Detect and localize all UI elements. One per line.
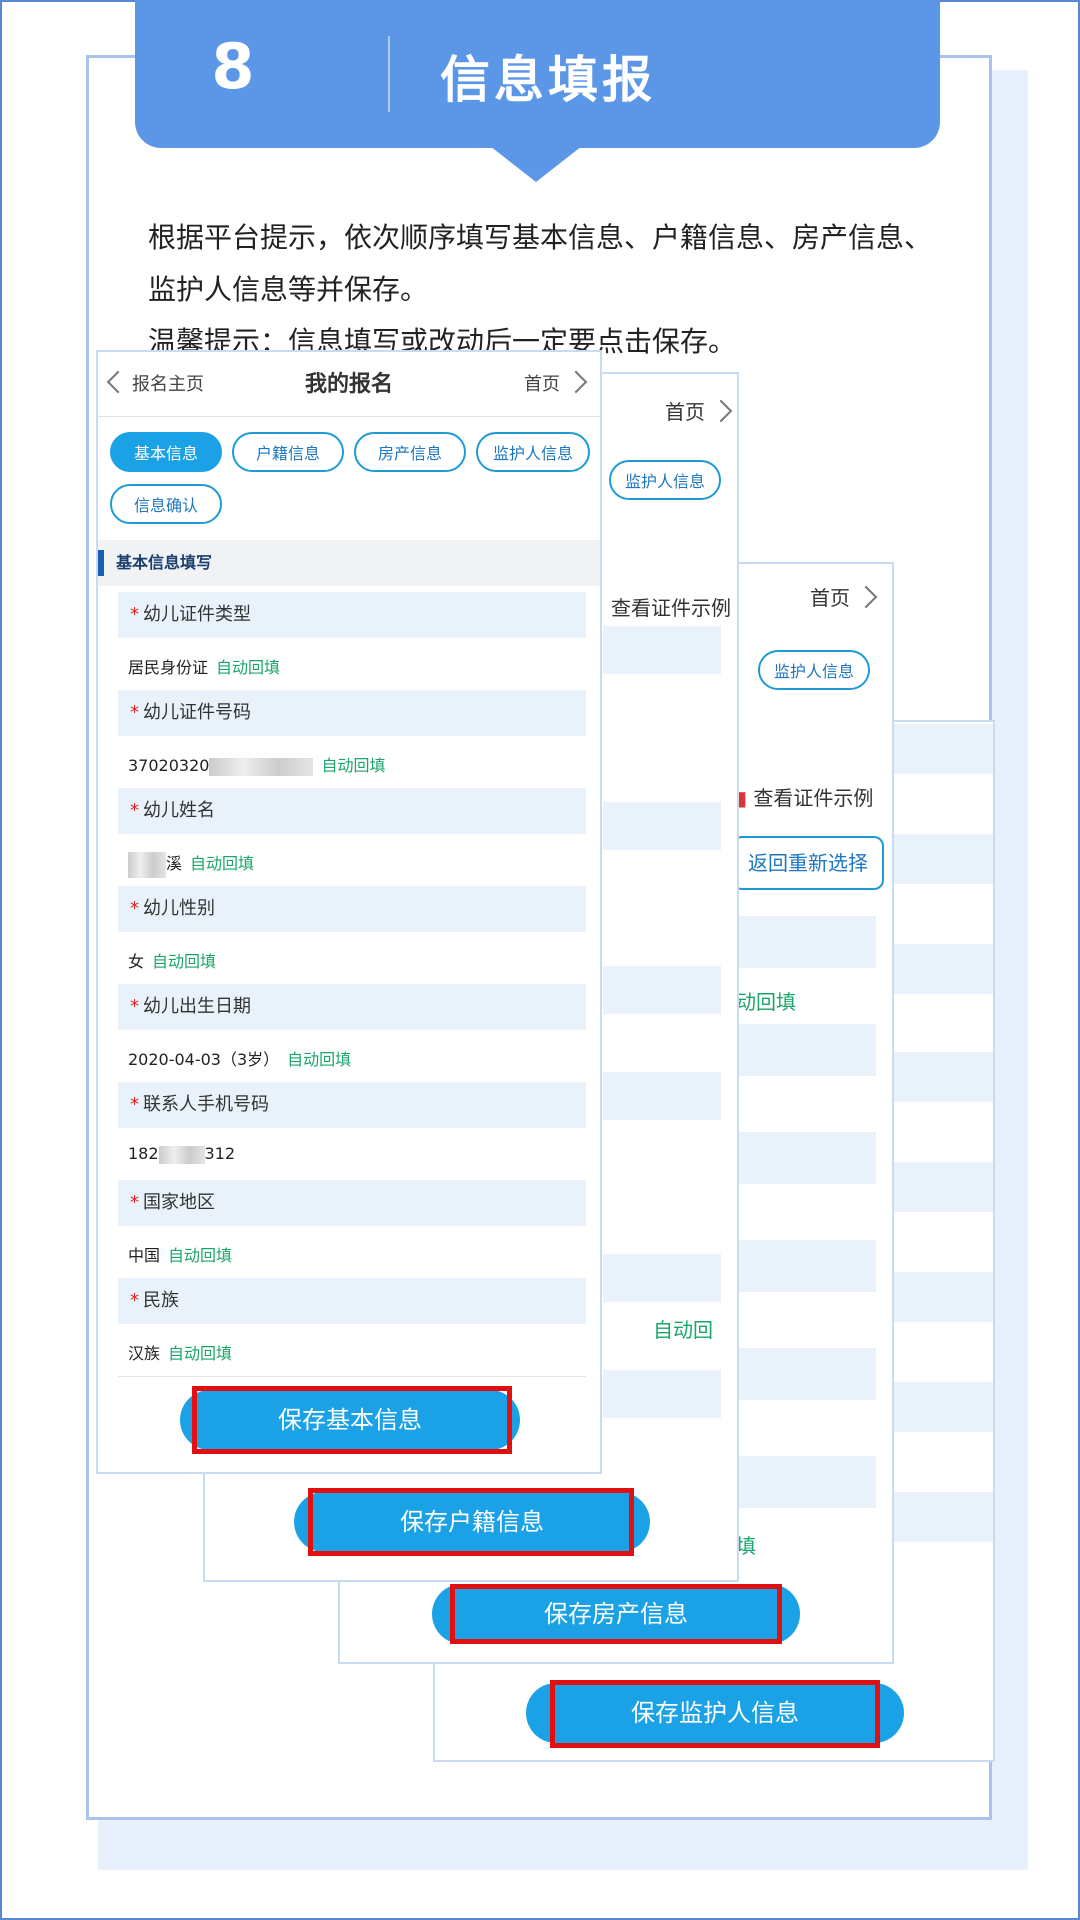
- field-value: 中国 自动回填: [128, 1246, 233, 1265]
- basic-info-screenshot: 报名主页 我的报名 首页 基本信息 户籍信息 房产信息 监护人信息 信息确认 基…: [96, 350, 602, 1474]
- tab-guardian[interactable]: 监护人信息: [609, 460, 722, 500]
- highlight-box: [450, 1584, 782, 1644]
- nav-home: 首页: [810, 582, 878, 611]
- view-sample-link[interactable]: 查看证件示例: [611, 592, 731, 621]
- auto-fill-tag: 自动回: [653, 1318, 713, 1342]
- field-value: 居民身份证 自动回填: [128, 658, 281, 677]
- tab-guardian[interactable]: 监护人信息: [758, 650, 871, 690]
- form-stripe: [603, 1072, 721, 1120]
- chevron-right-icon: [709, 399, 733, 423]
- view-sample-link[interactable]: ▮ 查看证件示例: [736, 782, 873, 811]
- field-value: 182 312: [128, 1144, 236, 1164]
- form-stripe: [603, 1254, 721, 1302]
- tab-basic-info[interactable]: 基本信息: [110, 432, 222, 472]
- field-label: * 联系人手机号码: [118, 1082, 586, 1128]
- auto-fill-tag: 动回填: [736, 990, 796, 1014]
- form-stripe: [603, 626, 721, 674]
- redacted-text: [158, 1145, 205, 1164]
- instructions: 根据平台提示，依次顺序填写基本信息、户籍信息、房产信息、 监护人信息等并保存。 …: [148, 212, 948, 368]
- field-label: * 幼儿证件类型: [118, 592, 586, 638]
- header-divider: [388, 36, 390, 112]
- tab-confirm-info[interactable]: 信息确认: [110, 484, 222, 524]
- field-value: 37020320 自动回填: [128, 756, 386, 776]
- chevron-right-icon: [564, 370, 588, 394]
- redacted-text: [128, 851, 166, 878]
- highlight-box: [308, 1488, 634, 1556]
- field-label: * 民族: [118, 1278, 586, 1324]
- field-label: * 幼儿性别: [118, 886, 586, 932]
- tab-property-info[interactable]: 房产信息: [354, 432, 466, 472]
- chevron-right-icon: [854, 585, 878, 609]
- tab-guardian-info[interactable]: 监护人信息: [476, 432, 590, 472]
- field-label: * 幼儿出生日期: [118, 984, 586, 1030]
- highlight-box: [192, 1386, 512, 1454]
- instruction-line: 监护人信息等并保存。: [148, 273, 429, 306]
- home-link[interactable]: 首页: [524, 370, 588, 396]
- divider: [118, 1376, 586, 1377]
- phone-nav-bar: 报名主页 我的报名 首页: [98, 352, 600, 417]
- field-label: * 幼儿姓名: [118, 788, 586, 834]
- step-number: 8: [211, 30, 255, 103]
- redacted-text: [209, 757, 314, 776]
- reselect-button[interactable]: 返回重新选择: [732, 836, 884, 890]
- auto-fill-tag: 填: [736, 1534, 756, 1558]
- highlight-box: [550, 1680, 880, 1748]
- field-value: 汉族 自动回填: [128, 1344, 233, 1363]
- section-title: 基本信息填写: [98, 540, 600, 586]
- field-label: * 幼儿证件号码: [118, 690, 586, 736]
- tab-household-info[interactable]: 户籍信息: [232, 432, 344, 472]
- field-label: * 国家地区: [118, 1180, 586, 1226]
- header-pointer: [490, 146, 582, 182]
- nav-home: 首页: [665, 396, 733, 425]
- instruction-line: 根据平台提示，依次顺序填写基本信息、户籍信息、房产信息、: [148, 221, 933, 254]
- field-value: 2020-04-03（3岁） 自动回填: [128, 1050, 352, 1069]
- form-stripe: [603, 802, 721, 850]
- form-stripe: [603, 1370, 721, 1418]
- field-value: 女自动回填: [128, 952, 217, 971]
- form-stripe: [603, 966, 721, 1014]
- step-title: 信息填报: [440, 51, 656, 109]
- field-value: 溪自动回填: [128, 850, 254, 878]
